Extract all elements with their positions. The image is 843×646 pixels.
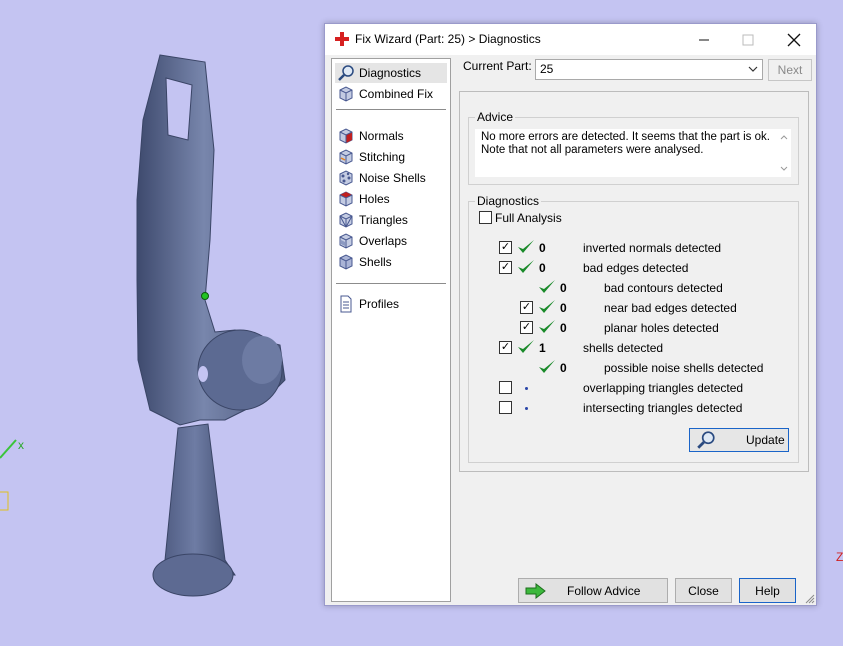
maximize-icon: [742, 34, 753, 45]
overlaps-cube-icon: [339, 233, 353, 249]
nav-item-label: Holes: [359, 192, 390, 206]
close-window-button[interactable]: [771, 24, 816, 55]
axis-x-label: x: [18, 438, 24, 452]
nav-item-holes[interactable]: Holes: [335, 189, 447, 209]
check-icon: [518, 340, 534, 353]
nav-item-diagnostics[interactable]: Diagnostics: [335, 63, 447, 83]
diagnostic-label: shells detected: [583, 341, 664, 355]
diagnostic-checkbox[interactable]: [499, 401, 512, 414]
diagnostic-label: intersecting triangles detected: [583, 401, 743, 415]
close-button[interactable]: Close: [675, 578, 732, 603]
diagnostic-checkbox[interactable]: ✓: [499, 241, 512, 254]
normals-cube-icon: [339, 128, 353, 144]
advice-text: No more errors are detected. It seems th…: [481, 131, 770, 156]
diagnostic-count: 0: [539, 241, 546, 255]
diagnostics-legend: Diagnostics: [477, 194, 540, 208]
chevron-down-icon: [748, 66, 758, 72]
nav-item-combined-fix[interactable]: Combined Fix: [335, 84, 447, 104]
nav-item-triangles[interactable]: Triangles: [335, 210, 447, 230]
diagnostic-checkbox[interactable]: [499, 381, 512, 394]
wizard-nav: Diagnostics Combined Fix Normals Stitchi…: [331, 58, 451, 602]
axis-z-label: Z: [836, 550, 843, 564]
current-part-label: Current Part:: [463, 59, 532, 73]
nav-item-label: Stitching: [359, 150, 406, 164]
holes-cube-icon: [339, 191, 353, 207]
diagnostic-count: 0: [560, 321, 567, 335]
diagnostic-label: overlapping triangles detected: [583, 381, 744, 395]
diagnostic-count: 0: [560, 281, 567, 295]
nav-item-stitching[interactable]: Stitching: [335, 147, 447, 167]
diagnostic-count: 1: [539, 341, 546, 355]
diagnostic-count: 0: [539, 261, 546, 275]
next-button[interactable]: Next: [768, 59, 812, 81]
check-icon: [518, 240, 534, 253]
nav-item-label: Triangles: [359, 213, 408, 227]
nav-item-normals[interactable]: Normals: [335, 126, 447, 146]
diagnostic-checkbox[interactable]: ✓: [520, 301, 533, 314]
check-icon: [539, 320, 555, 333]
window-title: Fix Wizard (Part: 25) > Diagnostics: [355, 32, 541, 46]
diagnostic-label: planar holes detected: [604, 321, 719, 335]
full-analysis-label: Full Analysis: [495, 211, 562, 225]
red-cross-icon: [335, 32, 349, 46]
nav-item-label: Combined Fix: [359, 87, 434, 101]
diagnostic-checkbox[interactable]: ✓: [499, 341, 512, 354]
nav-item-profiles[interactable]: Profiles: [335, 294, 447, 314]
diagnostic-label: possible noise shells detected: [604, 361, 764, 375]
nav-item-label: Shells: [359, 255, 392, 269]
fix-wizard-dialog: Fix Wizard (Part: 25) > Diagnostics Diag…: [324, 23, 817, 606]
update-button[interactable]: Update: [689, 428, 789, 452]
arrow-right-icon: [525, 582, 546, 599]
follow-advice-label: Follow Advice: [567, 583, 641, 598]
check-icon: [518, 260, 534, 273]
full-analysis-checkbox[interactable]: [479, 211, 492, 224]
advice-legend: Advice: [477, 110, 514, 124]
triangles-cube-icon: [339, 212, 353, 228]
diagnostic-count: 0: [560, 301, 567, 315]
nav-item-overlaps[interactable]: Overlaps: [335, 231, 447, 251]
current-part-select[interactable]: 25: [535, 59, 763, 80]
check-icon: [539, 300, 555, 313]
diagnostic-count: 0: [560, 361, 567, 375]
nav-item-label: Overlaps: [359, 234, 408, 248]
nav-divider: [336, 109, 446, 110]
diagnostic-label: bad contours detected: [604, 281, 723, 295]
minimize-icon: [698, 39, 709, 40]
close-icon: [787, 33, 800, 46]
diagnostic-label: inverted normals detected: [583, 241, 722, 255]
pending-dot-icon: [525, 387, 528, 390]
nav-item-label: Noise Shells: [359, 171, 426, 185]
nav-item-label: Normals: [359, 129, 404, 143]
maximize-button[interactable]: [725, 24, 770, 55]
nav-item-shells[interactable]: Shells: [335, 252, 447, 272]
title-bar[interactable]: Fix Wizard (Part: 25) > Diagnostics: [325, 24, 816, 55]
minimize-button[interactable]: [681, 24, 726, 55]
current-part-value: 25: [540, 62, 554, 76]
advice-textarea[interactable]: No more errors are detected. It seems th…: [475, 129, 791, 177]
nav-item-label: Diagnostics: [359, 66, 422, 80]
scroll-arrows-icon: [780, 135, 788, 171]
noise-shells-icon: [339, 170, 353, 186]
advice-scrollbar[interactable]: [777, 131, 791, 175]
diagnostic-label: bad edges detected: [583, 261, 689, 275]
help-button[interactable]: Help: [739, 578, 796, 603]
check-icon: [539, 360, 555, 373]
resize-grip-icon[interactable]: [805, 594, 815, 604]
magnifier-icon: [697, 431, 715, 449]
check-icon: [539, 280, 555, 293]
nav-divider: [336, 283, 446, 284]
diagnostic-checkbox[interactable]: ✓: [520, 321, 533, 334]
document-icon: [340, 295, 352, 313]
cube-icon: [339, 86, 353, 102]
shells-cube-icon: [339, 254, 353, 270]
diagnostic-label: near bad edges detected: [604, 301, 737, 315]
stitching-cube-icon: [339, 149, 353, 165]
nav-item-noise-shells[interactable]: Noise Shells: [335, 168, 447, 188]
update-button-label: Update: [746, 433, 785, 447]
follow-advice-button[interactable]: Follow Advice: [518, 578, 668, 603]
magnifier-icon: [338, 65, 354, 81]
nav-item-label: Profiles: [359, 297, 400, 311]
pending-dot-icon: [525, 407, 528, 410]
diagnostic-checkbox[interactable]: ✓: [499, 261, 512, 274]
